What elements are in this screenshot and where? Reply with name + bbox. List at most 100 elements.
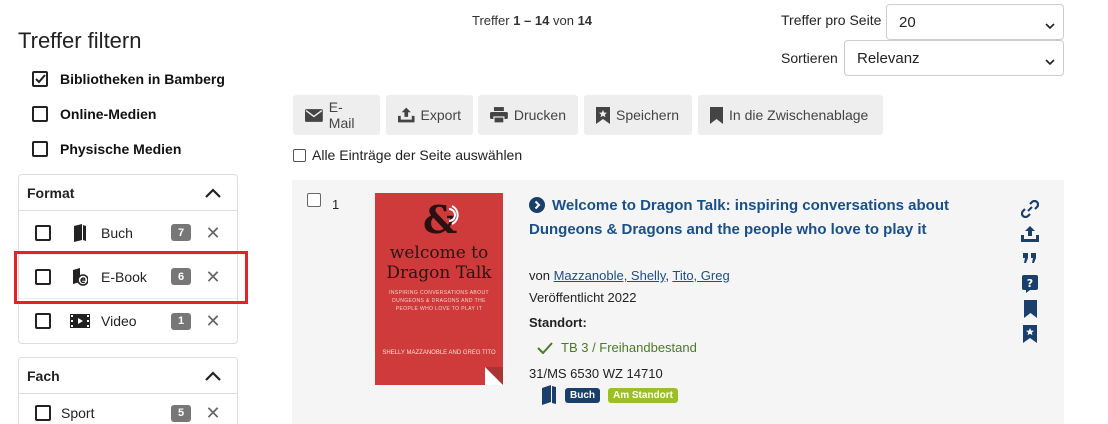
filter-online-media[interactable]: Online-Medien <box>32 106 156 122</box>
result-actions: ? <box>1021 196 1039 346</box>
cover-authors: SHELLY MAZZANOBLE AND GREG TITO <box>382 350 496 356</box>
cite-icon[interactable] <box>1021 246 1039 271</box>
filter-label: Physische Medien <box>60 141 182 157</box>
sort-value: Relevanz <box>857 49 920 67</box>
facet-heading: Format <box>27 184 75 201</box>
location-entry[interactable]: TB 3 / Freihandbestand <box>537 340 697 355</box>
chevron-down-icon <box>1045 53 1055 70</box>
count-badge: 5 <box>171 404 191 422</box>
video-icon <box>69 311 91 331</box>
facet-heading: Fach <box>27 367 60 384</box>
hits-total: 14 <box>577 13 593 28</box>
result-badges: Buch Am Standort <box>541 385 678 405</box>
per-page-value: 20 <box>899 13 916 31</box>
book-cover[interactable]: & welcome to Dragon Talk INSPIRING CONVE… <box>375 193 503 385</box>
count-badge: 1 <box>171 312 191 330</box>
facet-item-sport[interactable]: Sport 5 ✕ <box>19 394 237 424</box>
email-button[interactable]: E-Mail <box>293 95 380 135</box>
cover-title-line2: Dragon Talk <box>386 263 492 283</box>
author-link[interactable]: Tito, Greg <box>672 268 729 283</box>
checkmark-icon <box>537 341 553 354</box>
help-icon[interactable]: ? <box>1021 271 1039 296</box>
location-heading: Standort: <box>529 315 587 330</box>
facet-fach-header[interactable]: Fach <box>19 358 237 394</box>
upload-icon <box>398 107 415 123</box>
filter-bamberg-libraries[interactable]: Bibliotheken in Bamberg <box>32 71 225 87</box>
per-page-select[interactable]: 20 <box>886 4 1064 40</box>
remove-icon[interactable]: ✕ <box>205 312 221 330</box>
book-icon <box>69 223 91 243</box>
link-icon[interactable] <box>1021 196 1039 221</box>
export-label: Export <box>420 107 461 123</box>
chevron-up-icon[interactable] <box>205 185 221 201</box>
printer-icon <box>490 107 508 123</box>
remove-icon[interactable]: ✕ <box>205 404 221 422</box>
checkbox[interactable] <box>35 224 51 241</box>
filter-title: Treffer filtern <box>18 28 142 53</box>
facet-format-header[interactable]: Format <box>19 175 237 211</box>
checkbox[interactable] <box>32 106 48 122</box>
location-text: TB 3 / Freihandbestand <box>561 340 697 355</box>
hits-of: von <box>552 13 574 28</box>
bookmark-icon[interactable] <box>1021 296 1039 321</box>
clipboard-label: In die Zwischenablage <box>729 107 869 123</box>
email-label: E-Mail <box>328 99 355 131</box>
per-page-label: Treffer pro Seite <box>781 12 882 28</box>
bookmark-star-icon[interactable] <box>1021 321 1039 346</box>
checkbox[interactable] <box>35 268 51 285</box>
chevron-up-icon[interactable] <box>205 368 221 384</box>
hits-summary: Treffer 1 – 14 von 14 <box>472 13 592 28</box>
save-button[interactable]: Speichern <box>584 95 692 135</box>
bookmark-star-icon <box>596 106 610 124</box>
export-icon[interactable] <box>1021 221 1039 246</box>
facet-item-ebook[interactable]: E-Book 6 ✕ <box>19 255 237 299</box>
author-link[interactable]: Mazzanoble, Shelly <box>554 268 666 283</box>
filter-label: Online-Medien <box>60 106 157 122</box>
result-checkbox[interactable] <box>307 193 321 207</box>
filter-label: Bibliotheken in Bamberg <box>60 71 225 87</box>
result-number: 1 <box>332 197 340 212</box>
checkbox[interactable] <box>293 148 306 162</box>
checkbox[interactable] <box>32 141 48 157</box>
checkbox[interactable] <box>35 313 51 329</box>
clipboard-button[interactable]: In die Zwischenablage <box>698 95 883 135</box>
cover-title: welcome to Dragon Talk <box>375 243 503 283</box>
print-label: Drucken <box>513 107 566 123</box>
facet-format: Format Buch 7 ✕ E-Book 6 ✕ Video 1 ✕ <box>18 174 238 344</box>
remove-icon[interactable]: ✕ <box>205 224 221 242</box>
call-number: 31/MS 6530 WZ 14710 <box>529 366 663 381</box>
select-all[interactable]: Alle Einträge der Seite auswählen <box>293 147 522 163</box>
count-badge: 6 <box>171 268 191 285</box>
published-year: Veröffentlicht 2022 <box>529 290 637 305</box>
chevron-down-icon <box>1045 17 1055 34</box>
result-title[interactable]: Welcome to Dragon Talk: inspiring conver… <box>529 194 949 242</box>
ampersand-logo-icon: & <box>423 199 459 239</box>
sort-select[interactable]: Relevanz <box>844 40 1064 76</box>
filter-physical-media[interactable]: Physische Medien <box>32 141 181 157</box>
result-authors: von Mazzanoble, Shelly, Tito, Greg <box>529 268 730 283</box>
save-label: Speichern <box>616 107 680 123</box>
type-badge: Buch <box>565 387 600 403</box>
hits-range: 1 – 14 <box>513 13 550 28</box>
cover-title-line1: welcome to <box>389 243 489 263</box>
export-button[interactable]: Export <box>386 95 473 135</box>
bookmark-icon <box>710 106 723 124</box>
print-button[interactable]: Drucken <box>478 95 578 135</box>
availability-badge: Am Standort <box>608 387 678 403</box>
checkbox-checked[interactable] <box>32 71 48 87</box>
remove-icon[interactable]: ✕ <box>205 268 221 286</box>
page-curl <box>485 367 503 385</box>
select-all-label: Alle Einträge der Seite auswählen <box>312 147 523 163</box>
svg-text:?: ? <box>1027 277 1033 290</box>
cover-subtitle: INSPIRING CONVERSATIONS ABOUT DUNGEONS &… <box>389 290 489 312</box>
result-title-text: Welcome to Dragon Talk: inspiring conver… <box>529 197 950 238</box>
chevron-right-circle-icon <box>529 197 545 213</box>
envelope-icon <box>305 108 323 122</box>
count-badge: 7 <box>171 224 191 241</box>
book-icon <box>542 385 556 405</box>
facet-item-buch[interactable]: Buch 7 ✕ <box>19 211 237 255</box>
hits-prefix: Treffer <box>472 13 510 28</box>
author-prefix: von <box>529 268 550 283</box>
checkbox[interactable] <box>35 405 51 421</box>
facet-item-video[interactable]: Video 1 ✕ <box>19 299 237 343</box>
